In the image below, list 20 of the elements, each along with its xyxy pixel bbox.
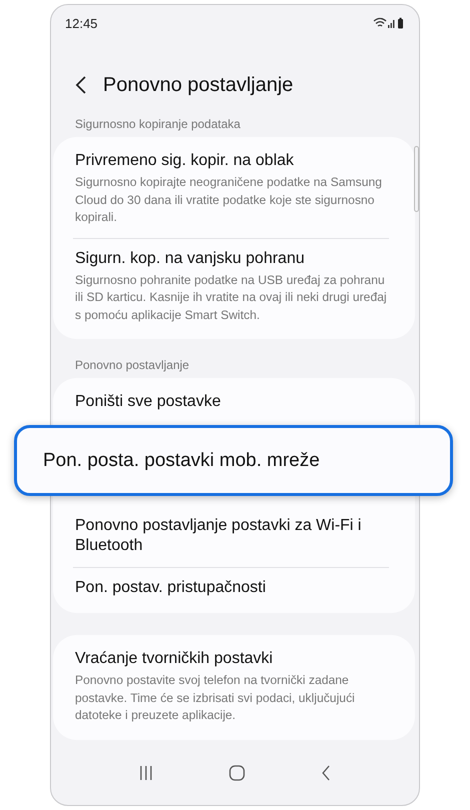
item-description: Sigurnosno pohranite podatke na USB uređaj za pohranu ili SD karticu. Kasnije ih vratite na ovaj ili neki drugi uređaj s pomoću aplikacije Smart Switch. — [74, 272, 388, 324]
status-time: 12:45 — [65, 16, 98, 30]
menu-item[interactable]: Ponovno postavljanje postavki za Wi-Fi i Bluetooth — [73, 516, 389, 556]
menu-item[interactable]: Sigurn. kop. na vanjsku pohranu — [73, 248, 389, 268]
item-description: Ponovno postavite svoj telefon na tvornički zadane postavke. Time će se izbrisati svi podaci, uključujući datoteke i preuzete aplikacije. — [74, 672, 356, 724]
menu-item[interactable]: Pon. postav. pristupačnosti — [73, 578, 389, 598]
page-title: Ponovno postavljanje — [103, 74, 294, 96]
back-icon[interactable] — [75, 76, 87, 94]
status-icons — [373, 17, 405, 29]
home-icon[interactable] — [228, 764, 246, 782]
recent-apps-icon[interactable] — [138, 765, 154, 781]
menu-item[interactable]: Privremeno sig. kopir. na oblak — [73, 151, 389, 171]
section-header: Ponovno postavljanje — [74, 357, 190, 374]
highlighted-menu-item[interactable]: Pon. posta. postavki mob. mreže — [14, 425, 453, 496]
section-header: Sigurnosno kopiranje podataka — [74, 116, 242, 133]
scroll-bar — [414, 146, 419, 212]
menu-item[interactable]: Vraćanje tvorničkih postavki — [73, 649, 389, 669]
item-description: Sigurnosno kopirajte neograničene podatke na Samsung Cloud do 30 dana ili vratite podatke koje ste sigurnosno kopirali. — [74, 174, 383, 226]
menu-item[interactable]: Poništi sve postavke — [73, 392, 389, 412]
back-icon[interactable] — [320, 764, 332, 782]
